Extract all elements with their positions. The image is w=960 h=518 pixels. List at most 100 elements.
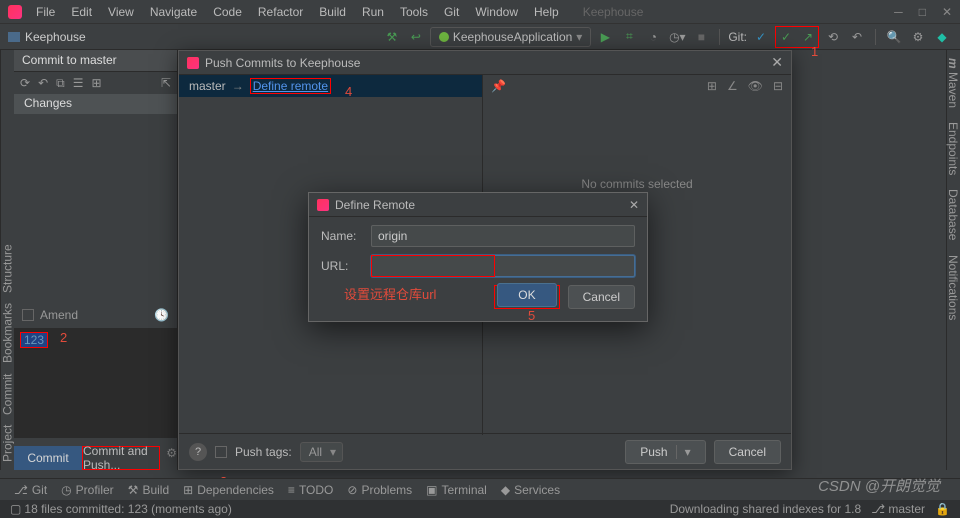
ide-feature-icon[interactable]: ◆	[932, 27, 952, 47]
status-download: Downloading shared indexes for 1.8	[670, 502, 861, 516]
tool-build[interactable]: ⚒ Build	[128, 483, 169, 497]
run-icon[interactable]: ▶	[595, 27, 615, 47]
commit-message-text: 123	[20, 332, 48, 348]
menu-navigate[interactable]: Navigate	[144, 3, 203, 21]
menu-run[interactable]: Run	[356, 3, 390, 21]
push-cancel-button[interactable]: Cancel	[714, 440, 781, 464]
app-title: Keephouse	[577, 3, 650, 21]
debug-icon[interactable]: ⌗	[619, 27, 639, 47]
diff-icon[interactable]: ⧉	[56, 76, 65, 91]
annotation-url-note: 设置远程仓库url	[344, 284, 436, 303]
menu-view[interactable]: View	[102, 3, 140, 21]
hammer-icon[interactable]: ⚒	[382, 27, 402, 47]
tool-database[interactable]: Database	[947, 189, 960, 240]
tool-endpoints[interactable]: Endpoints	[947, 122, 960, 175]
tool-terminal[interactable]: ▣ Terminal	[426, 483, 487, 497]
define-remote-link[interactable]: Define remote	[250, 78, 331, 94]
menu-file[interactable]: File	[30, 3, 61, 21]
menu-code[interactable]: Code	[207, 3, 248, 21]
tool-dependencies[interactable]: ⊞ Dependencies	[183, 483, 274, 497]
tool-commit[interactable]: Commit	[1, 373, 14, 414]
menu-edit[interactable]: Edit	[65, 3, 98, 21]
menu-git[interactable]: Git	[438, 3, 465, 21]
stop-icon[interactable]: ■	[691, 27, 711, 47]
menu-help[interactable]: Help	[528, 3, 565, 21]
tool-problems[interactable]: ⊘ Problems	[347, 483, 412, 497]
menu-build[interactable]: Build	[313, 3, 352, 21]
collapse-icon[interactable]: ⊟	[773, 79, 783, 93]
annotation-5: 5	[528, 308, 535, 323]
push-dialog-title: Push Commits to Keephouse	[205, 56, 360, 70]
edit-icon[interactable]: ∠	[727, 79, 738, 93]
push-tags-select[interactable]: All	[300, 442, 343, 462]
branch-name: master	[189, 79, 226, 93]
history-dropdown-icon[interactable]: 🕓	[154, 308, 169, 322]
status-branch[interactable]: ⎇ master	[871, 502, 925, 516]
commit-header: Commit to master	[14, 50, 177, 72]
tree-icon[interactable]: ⊞	[707, 79, 717, 93]
menu-refactor[interactable]: Refactor	[252, 3, 309, 21]
annotation-1: 1	[811, 44, 818, 59]
git-update-icon[interactable]: ✓	[751, 27, 771, 47]
minimize-icon[interactable]: ─	[894, 5, 903, 19]
changes-tree[interactable]	[14, 114, 177, 304]
run-config-selector[interactable]: KeephouseApplication ▾	[430, 27, 591, 47]
remote-url-input[interactable]	[371, 255, 635, 277]
group-icon[interactable]: ⊞	[91, 76, 101, 90]
git-commit-icon[interactable]: ✓	[776, 27, 796, 47]
status-window-icon[interactable]: ▢	[10, 502, 21, 516]
tool-maven[interactable]: m Maven	[947, 58, 960, 108]
eye-icon[interactable]: 👁	[748, 79, 763, 93]
remote-cancel-button[interactable]: Cancel	[568, 285, 635, 309]
menu-bar: File Edit View Navigate Code Refactor Bu…	[0, 0, 960, 24]
ok-button[interactable]: OK	[497, 283, 556, 307]
close-icon[interactable]: ✕	[942, 5, 952, 19]
tool-project[interactable]: Project	[1, 425, 14, 462]
amend-checkbox[interactable]	[22, 309, 34, 321]
tool-todo[interactable]: ≡ TODO	[288, 483, 333, 497]
menu-tools[interactable]: Tools	[394, 3, 434, 21]
commit-and-push-button[interactable]: Commit and Push...	[82, 446, 160, 470]
commit-settings-icon[interactable]: ⚙	[166, 446, 177, 470]
push-button[interactable]: Push	[625, 440, 705, 464]
breadcrumb[interactable]: Keephouse	[25, 30, 86, 44]
profile-icon[interactable]: ◷▾	[667, 27, 687, 47]
remote-name-input[interactable]	[371, 225, 635, 247]
history-icon[interactable]: ⟲	[823, 27, 843, 47]
search-icon[interactable]: 🔍	[884, 27, 904, 47]
changelist-icon[interactable]: ☰	[73, 76, 84, 90]
tool-notifications[interactable]: Notifications	[947, 255, 960, 320]
branch-row[interactable]: master → Define remote	[179, 75, 482, 97]
rollback-icon[interactable]: ↶	[847, 27, 867, 47]
refresh-icon[interactable]: ⟳	[20, 76, 30, 90]
maximize-icon[interactable]: □	[919, 5, 926, 19]
help-icon[interactable]: ?	[189, 443, 207, 461]
commit-button[interactable]: Commit	[14, 446, 82, 470]
tool-profiler[interactable]: ◷ Profiler	[61, 483, 114, 497]
push-close-icon[interactable]: ✕	[771, 54, 783, 71]
rollback-icon[interactable]: ↶	[38, 76, 48, 90]
tool-bookmarks[interactable]: Bookmarks	[1, 303, 14, 363]
amend-label: Amend	[40, 308, 78, 322]
git-label: Git:	[728, 30, 747, 44]
back-icon[interactable]: ↩	[406, 27, 426, 47]
spring-icon	[439, 32, 449, 42]
bottom-tool-bar: ⎇ Git ◷ Profiler ⚒ Build ⊞ Dependencies …	[0, 478, 960, 500]
status-lock-icon[interactable]: 🔒	[935, 502, 950, 516]
tool-structure[interactable]: Structure	[1, 245, 14, 294]
changes-header[interactable]: Changes	[14, 94, 177, 114]
push-tags-checkbox[interactable]	[215, 446, 227, 458]
pin-icon[interactable]: 📌	[491, 79, 506, 93]
commit-toolbar: ⟳ ↶ ⧉ ☰ ⊞ ⇱	[14, 72, 177, 94]
settings-icon[interactable]: ⚙	[908, 27, 928, 47]
status-message: 18 files committed: 123 (moments ago)	[24, 502, 231, 516]
tool-services[interactable]: ◆ Services	[501, 483, 560, 497]
remote-close-icon[interactable]: ✕	[629, 198, 639, 212]
coverage-icon[interactable]: ◔	[643, 27, 663, 47]
arrow-icon: →	[232, 79, 244, 93]
menu-window[interactable]: Window	[469, 3, 524, 21]
expand-icon[interactable]: ⇱	[161, 76, 171, 90]
tool-git[interactable]: ⎇ Git	[14, 483, 47, 497]
commit-tool-window: Commit to master ⟳ ↶ ⧉ ☰ ⊞ ⇱ Changes Ame…	[14, 50, 178, 470]
commit-message-input[interactable]: 123	[14, 328, 177, 438]
